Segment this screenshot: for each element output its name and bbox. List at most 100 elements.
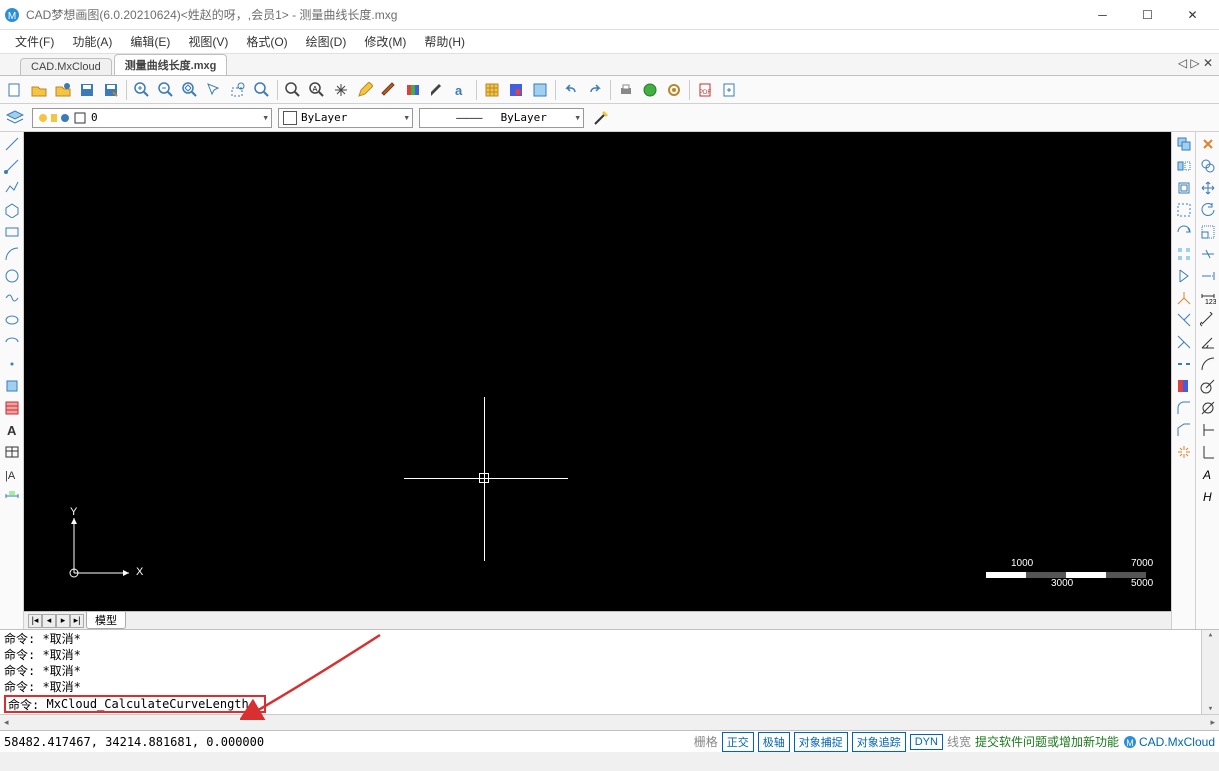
text-a-icon[interactable]: A [1198, 464, 1218, 484]
ray-icon[interactable] [2, 156, 22, 176]
rotate-icon[interactable] [1198, 200, 1218, 220]
world-icon[interactable] [639, 79, 661, 101]
color-combo[interactable]: ByLayer ▾ [278, 108, 413, 128]
open-icon[interactable] [28, 79, 50, 101]
toggle-polar[interactable]: 极轴 [758, 732, 790, 752]
export-icon[interactable] [718, 79, 740, 101]
gradient-icon[interactable] [505, 79, 527, 101]
layout-prev-icon[interactable]: ◂ [42, 614, 56, 628]
pan-icon[interactable] [330, 79, 352, 101]
menu-file[interactable]: 文件(F) [8, 30, 61, 53]
zoom-out-icon[interactable] [155, 79, 177, 101]
line-icon[interactable] [2, 134, 22, 154]
menu-function[interactable]: 功能(A) [65, 30, 119, 53]
rect-select-icon[interactable] [1174, 200, 1194, 220]
zoom-real-icon[interactable] [282, 79, 304, 101]
spline-icon[interactable] [2, 288, 22, 308]
save-icon[interactable] [76, 79, 98, 101]
menu-view[interactable]: 视图(V) [181, 30, 235, 53]
polyline-icon[interactable] [2, 178, 22, 198]
toggle-otrack[interactable]: 对象追踪 [852, 732, 906, 752]
mirror-icon[interactable] [1174, 266, 1194, 286]
dim-linear-icon[interactable]: 123 [1198, 288, 1218, 308]
brush-icon[interactable] [378, 79, 400, 101]
dim-ord-icon[interactable] [1198, 420, 1218, 440]
cmd-vscroll[interactable]: ▴▾ [1201, 630, 1219, 714]
print-icon[interactable] [615, 79, 637, 101]
toggle-dyn[interactable]: DYN [910, 734, 943, 750]
lineweight-icon[interactable] [590, 107, 612, 129]
zoom-all-icon[interactable]: A [306, 79, 328, 101]
point-icon[interactable] [2, 354, 22, 374]
table-icon[interactable] [2, 442, 22, 462]
copy-icon[interactable] [1174, 134, 1194, 154]
menu-modify[interactable]: 修改(M) [357, 30, 413, 53]
ellipse-icon[interactable] [2, 310, 22, 330]
layout-first-icon[interactable]: |◂ [28, 614, 42, 628]
cmd-hscroll[interactable]: ◂▸ [0, 714, 1219, 730]
dim-diameter-icon[interactable] [1198, 398, 1218, 418]
feedback-link[interactable]: 提交软件问题或增加新功能 [975, 733, 1119, 750]
layout-last-icon[interactable]: ▸| [70, 614, 84, 628]
model-tab[interactable]: 模型 [86, 612, 126, 629]
dim-align-icon[interactable] [1198, 310, 1218, 330]
trim-icon[interactable] [1198, 244, 1218, 264]
break-icon[interactable] [1174, 354, 1194, 374]
offset-icon[interactable] [1174, 178, 1194, 198]
scale-icon[interactable] [1198, 222, 1218, 242]
layers-icon[interactable] [402, 79, 424, 101]
close-button[interactable]: ✕ [1170, 1, 1215, 29]
doctab-nav[interactable]: ◁ ▷ ✕ [1178, 56, 1213, 70]
redo-icon[interactable] [584, 79, 606, 101]
erase-icon[interactable] [1198, 134, 1218, 154]
explode-icon[interactable] [1174, 442, 1194, 462]
move-icon[interactable] [1198, 178, 1218, 198]
pan-select-icon[interactable] [203, 79, 225, 101]
chamfer-icon[interactable] [1174, 420, 1194, 440]
copy2-icon[interactable] [1198, 156, 1218, 176]
pattern-icon[interactable] [481, 79, 503, 101]
mirror-h-icon[interactable] [1174, 156, 1194, 176]
menu-draw[interactable]: 绘图(D) [299, 30, 354, 53]
dimension-icon[interactable] [2, 486, 22, 506]
linetype-combo[interactable]: ———— ByLayer ▾ [419, 108, 584, 128]
minimize-button[interactable]: ─ [1080, 1, 1125, 29]
toggle-ortho[interactable]: 正交 [722, 732, 754, 752]
stretch-icon[interactable] [1174, 288, 1194, 308]
text-style-icon[interactable]: a [450, 79, 472, 101]
trim2-icon[interactable] [1174, 332, 1194, 352]
arc-icon[interactable] [2, 244, 22, 264]
menu-help[interactable]: 帮助(H) [417, 30, 472, 53]
array-icon[interactable] [1174, 244, 1194, 264]
fillet-icon[interactable] [1174, 398, 1194, 418]
layer-combo[interactable]: 0 ▾ [32, 108, 272, 128]
brand-label[interactable]: M CAD.MxCloud [1123, 735, 1215, 749]
zoom-in-icon[interactable] [131, 79, 153, 101]
maximize-button[interactable]: ☐ [1125, 1, 1170, 29]
gear-icon[interactable] [663, 79, 685, 101]
layout-next-icon[interactable]: ▸ [56, 614, 70, 628]
block-insert-icon[interactable] [2, 376, 22, 396]
toggle-lwt[interactable]: 线宽 [947, 733, 971, 750]
circle-icon[interactable] [2, 266, 22, 286]
command-input[interactable] [46, 697, 256, 711]
toggle-osnap[interactable]: 对象捕捉 [794, 732, 848, 752]
drawing-canvas[interactable]: Y X 1000 3000 5000 7000 [24, 132, 1171, 611]
extend-icon[interactable] [1198, 266, 1218, 286]
h-icon[interactable]: H [1198, 486, 1218, 506]
hatch-icon[interactable] [2, 398, 22, 418]
rectangle-icon[interactable] [2, 222, 22, 242]
polygon-icon[interactable] [2, 200, 22, 220]
undo-icon[interactable] [560, 79, 582, 101]
doctab-mxcloud[interactable]: CAD.MxCloud [20, 58, 112, 75]
block-icon[interactable] [529, 79, 551, 101]
pen-icon[interactable] [426, 79, 448, 101]
move-arc-icon[interactable] [1174, 222, 1194, 242]
open2-icon[interactable] [52, 79, 74, 101]
trim1-icon[interactable] [1174, 310, 1194, 330]
dim-angle-icon[interactable] [1198, 332, 1218, 352]
edit-icon[interactable] [354, 79, 376, 101]
save-as-icon[interactable] [100, 79, 122, 101]
layer-manager-icon[interactable] [4, 107, 26, 129]
menu-format[interactable]: 格式(O) [239, 30, 294, 53]
